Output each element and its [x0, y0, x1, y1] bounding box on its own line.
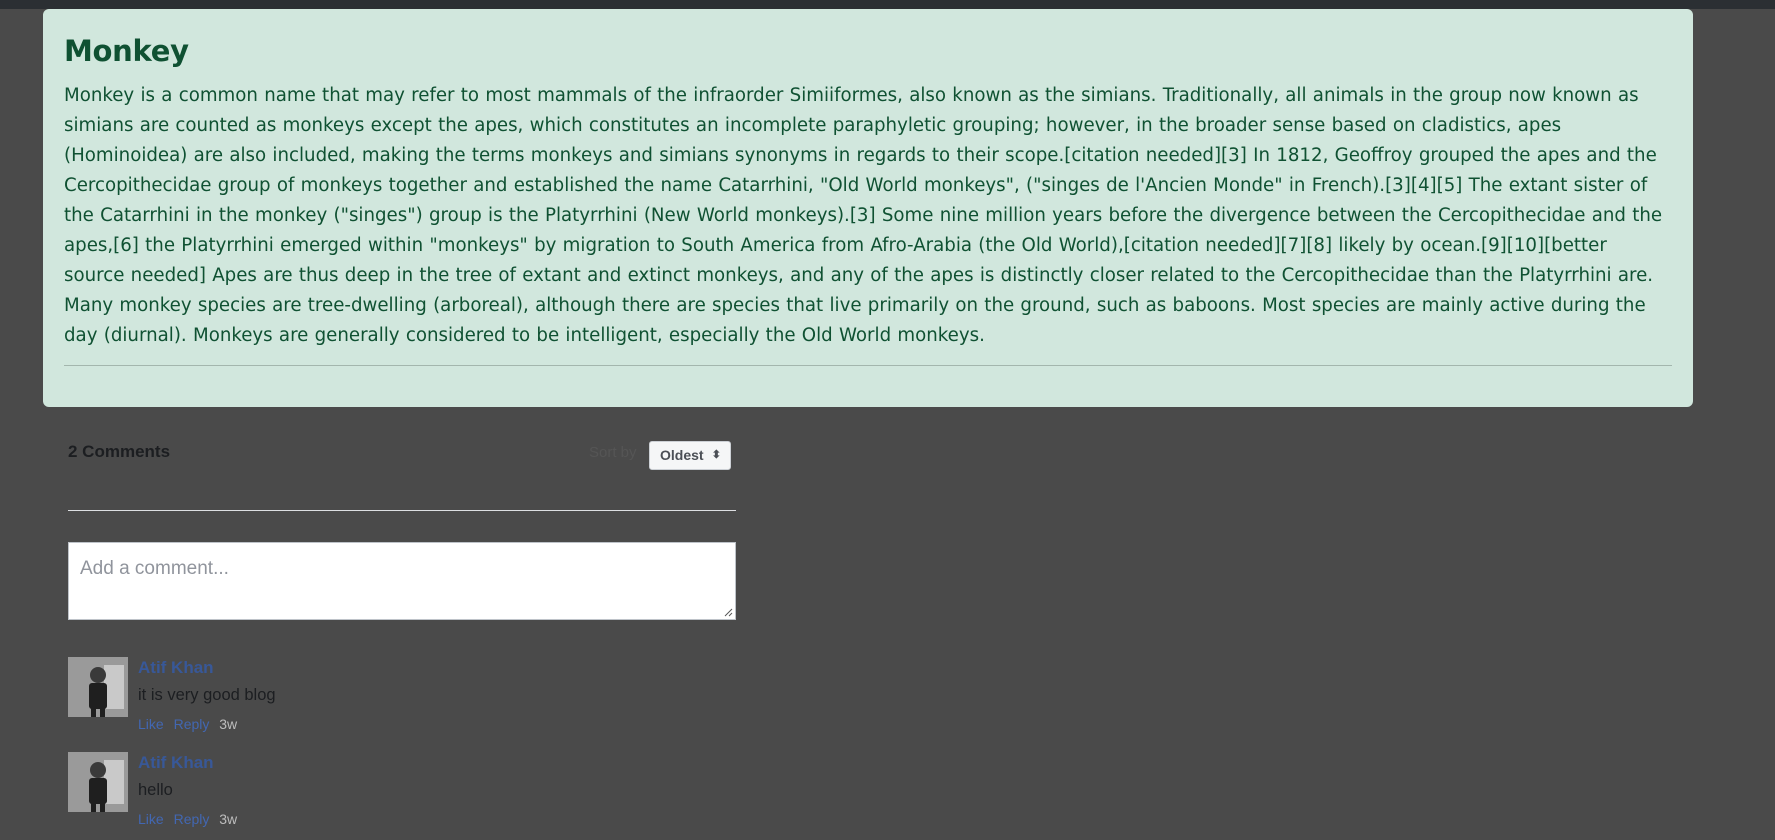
- comment-input-placeholder: Add a comment...: [80, 558, 229, 579]
- sort-order-value: Oldest: [660, 447, 704, 463]
- comment-author-link[interactable]: Atif Khan: [138, 753, 214, 773]
- comment-text: it is very good blog: [138, 686, 276, 704]
- sort-order-select[interactable]: Oldest ⬍: [649, 441, 731, 470]
- like-link[interactable]: Like: [138, 716, 164, 732]
- comment-text: hello: [138, 781, 173, 799]
- comment-actions: Like Reply 3w: [138, 811, 237, 827]
- person-photo-icon: [68, 752, 128, 812]
- avatar[interactable]: [68, 657, 128, 717]
- comment-time[interactable]: 3w: [219, 716, 237, 732]
- reply-link[interactable]: Reply: [174, 811, 210, 827]
- comments-header: 2 Comments Sort by Oldest ⬍: [68, 430, 736, 478]
- article-body: Monkey is a common name that may refer t…: [64, 85, 1663, 346]
- comments-plugin: 2 Comments Sort by Oldest ⬍ Add a commen…: [68, 430, 736, 827]
- comment-author-link[interactable]: Atif Khan: [138, 658, 214, 678]
- comment-count: 2 Comments: [68, 442, 171, 461]
- sort-arrows-icon: ⬍: [711, 449, 721, 461]
- comment-time[interactable]: 3w: [219, 811, 237, 827]
- article-card: Monkey Monkey is a common name that may …: [43, 9, 1693, 407]
- comment-item: Atif Khan hello Like Reply 3w: [68, 752, 736, 832]
- article-divider: [64, 365, 1672, 366]
- comment-item: Atif Khan it is very good blog Like Repl…: [68, 657, 736, 737]
- like-link[interactable]: Like: [138, 811, 164, 827]
- reply-link[interactable]: Reply: [174, 716, 210, 732]
- article-title: Monkey: [64, 34, 189, 68]
- avatar[interactable]: [68, 752, 128, 812]
- comment-actions: Like Reply 3w: [138, 716, 237, 732]
- top-bar: [0, 0, 1775, 9]
- comment-input[interactable]: Add a comment...: [68, 542, 736, 620]
- sort-by-label: Sort by: [589, 444, 637, 461]
- resize-grip-icon[interactable]: [723, 607, 733, 617]
- comments-divider: [68, 510, 736, 511]
- person-photo-icon: [68, 657, 128, 717]
